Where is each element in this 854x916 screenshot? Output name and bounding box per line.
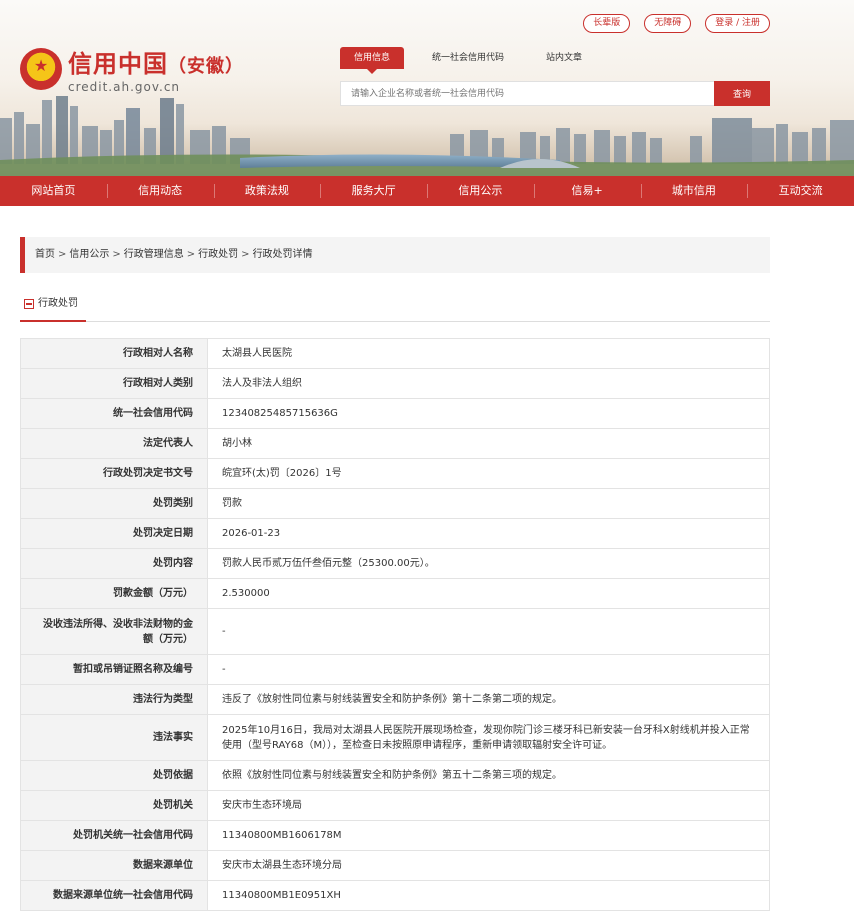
search-button[interactable]: 查询 <box>714 81 770 106</box>
field-value: 12340825485715636G <box>207 398 770 429</box>
field-value: 11340800MB1E0951XH <box>207 880 770 911</box>
field-label: 违法行为类型 <box>20 684 208 715</box>
accessibility-link[interactable]: 无障碍 <box>644 14 692 33</box>
tab-credit-code[interactable]: 统一社会信用代码 <box>418 47 518 69</box>
field-label: 行政相对人名称 <box>20 338 208 369</box>
field-value: 2.530000 <box>207 578 770 609</box>
breadcrumb-current: 行政处罚详情 <box>252 249 313 260</box>
section-tab: 行政处罚 <box>20 292 86 322</box>
field-value: 法人及非法人组织 <box>207 368 770 399</box>
field-label: 处罚机关 <box>20 790 208 821</box>
logo-region: （安徽） <box>168 56 244 77</box>
table-row: 行政相对人类别 法人及非法人组织 <box>20 368 770 399</box>
field-label: 处罚类别 <box>20 488 208 519</box>
field-label: 行政处罚决定书文号 <box>20 458 208 489</box>
nav-item-news[interactable]: 信用动态 <box>106 176 214 206</box>
table-row: 没收违法所得、没收非法财物的金额（万元） - <box>20 608 770 655</box>
field-label: 法定代表人 <box>20 428 208 459</box>
search-box: 查询 <box>340 81 770 106</box>
table-row: 处罚依据 依照《放射性同位素与射线装置安全和防护条例》第五十二条第三项的规定。 <box>20 760 770 791</box>
table-row: 违法行为类型 违反了《放射性同位素与射线装置安全和防护条例》第十二条第二项的规定。 <box>20 684 770 715</box>
nav-item-policy[interactable]: 政策法规 <box>213 176 321 206</box>
breadcrumb-credit-publicity[interactable]: 信用公示 <box>69 249 109 260</box>
top-links: 长辈版 无障碍 登录 / 注册 <box>583 14 770 33</box>
field-label: 处罚机关统一社会信用代码 <box>20 820 208 851</box>
field-value: 罚款 <box>207 488 770 519</box>
national-emblem-icon <box>20 48 62 90</box>
elder-mode-link[interactable]: 长辈版 <box>583 14 631 33</box>
field-label: 行政相对人类别 <box>20 368 208 399</box>
table-row: 法定代表人 胡小林 <box>20 428 770 459</box>
search-tabs: 信用信息 统一社会信用代码 站内文章 <box>340 47 610 74</box>
penalty-detail-table: 行政相对人名称 太湖县人民医院 行政相对人类别 法人及非法人组织 统一社会信用代码 1… <box>20 338 770 911</box>
field-label: 处罚依据 <box>20 760 208 791</box>
search-input[interactable] <box>340 81 714 106</box>
field-label: 统一社会信用代码 <box>20 398 208 429</box>
field-value: 安庆市太湖县生态环境分局 <box>207 850 770 881</box>
logo-url: credit.ah.gov.cn <box>68 80 181 94</box>
login-register-link[interactable]: 登录 / 注册 <box>705 14 770 33</box>
field-value: 违反了《放射性同位素与射线装置安全和防护条例》第十二条第二项的规定。 <box>207 684 770 715</box>
nav-item-home[interactable]: 网站首页 <box>0 176 107 206</box>
tab-credit-info[interactable]: 信用信息 <box>340 47 405 74</box>
table-row: 数据来源单位统一社会信用代码 11340800MB1E0951XH <box>20 880 770 911</box>
nav-item-interaction[interactable]: 互动交流 <box>747 176 854 206</box>
breadcrumb-admin-info[interactable]: 行政管理信息 <box>124 249 184 260</box>
table-row: 处罚类别 罚款 <box>20 488 770 519</box>
nav-item-xinyi-plus[interactable]: 信易+ <box>533 176 641 206</box>
section-title: 行政处罚 <box>38 298 78 309</box>
field-label: 数据来源单位 <box>20 850 208 881</box>
field-value: 11340800MB1606178M <box>207 820 770 851</box>
field-value: - <box>207 654 770 685</box>
table-row: 行政相对人名称 太湖县人民医院 <box>20 338 770 369</box>
field-label: 处罚决定日期 <box>20 518 208 549</box>
field-value: 2026-01-23 <box>207 518 770 549</box>
field-value: 依照《放射性同位素与射线装置安全和防护条例》第五十二条第三项的规定。 <box>207 760 770 791</box>
field-value: 罚款人民币贰万伍仟叁佰元整（25300.00元）。 <box>207 548 770 579</box>
table-row: 数据来源单位 安庆市太湖县生态环境分局 <box>20 850 770 881</box>
field-label: 没收违法所得、没收非法财物的金额（万元） <box>20 608 208 655</box>
field-value: 太湖县人民医院 <box>207 338 770 369</box>
field-value: 皖宜环(太)罚〔2026〕1号 <box>207 458 770 489</box>
breadcrumb-penalty[interactable]: 行政处罚 <box>198 249 238 260</box>
nav-item-city-credit[interactable]: 城市信用 <box>640 176 748 206</box>
tab-site-articles[interactable]: 站内文章 <box>532 47 596 69</box>
field-value: 安庆市生态环境局 <box>207 790 770 821</box>
table-row: 行政处罚决定书文号 皖宜环(太)罚〔2026〕1号 <box>20 458 770 489</box>
table-row: 暂扣或吊销证照名称及编号 - <box>20 654 770 685</box>
nav-item-credit-publicity[interactable]: 信用公示 <box>427 176 534 206</box>
field-value: 胡小林 <box>207 428 770 459</box>
nav-item-service-hall[interactable]: 服务大厅 <box>320 176 427 206</box>
field-label: 数据来源单位统一社会信用代码 <box>20 880 208 911</box>
field-label: 违法事实 <box>20 714 208 761</box>
field-label: 处罚内容 <box>20 548 208 579</box>
table-row: 处罚机关统一社会信用代码 11340800MB1606178M <box>20 820 770 851</box>
field-label: 罚款金额（万元） <box>20 578 208 609</box>
document-icon <box>24 299 34 309</box>
field-value: 2025年10月16日，我局对太湖县人民医院开展现场检查，发现你院门诊三楼牙科已… <box>207 714 770 761</box>
breadcrumb: 首页 > 信用公示 > 行政管理信息 > 行政处罚 > 行政处罚详情 <box>20 237 770 273</box>
field-value: - <box>207 608 770 655</box>
logo-title: 信用中国（安徽） <box>68 49 244 78</box>
table-row: 罚款金额（万元） 2.530000 <box>20 578 770 609</box>
table-row: 处罚决定日期 2026-01-23 <box>20 518 770 549</box>
main-nav: 网站首页 信用动态 政策法规 服务大厅 信用公示 信易+ 城市信用 互动交流 <box>0 176 854 206</box>
table-row: 处罚内容 罚款人民币贰万伍仟叁佰元整（25300.00元）。 <box>20 548 770 579</box>
table-row: 统一社会信用代码 12340825485715636G <box>20 398 770 429</box>
field-label: 暂扣或吊销证照名称及编号 <box>20 654 208 685</box>
section-header: 行政处罚 <box>20 292 770 322</box>
table-row: 处罚机关 安庆市生态环境局 <box>20 790 770 821</box>
site-logo[interactable]: 信用中国（安徽） credit.ah.gov.cn <box>20 44 244 94</box>
header-banner: 长辈版 无障碍 登录 / 注册 信用中国（安徽） credit.ah.gov.c… <box>0 0 854 176</box>
breadcrumb-home[interactable]: 首页 <box>35 249 55 260</box>
table-row: 违法事实 2025年10月16日，我局对太湖县人民医院开展现场检查，发现你院门诊三… <box>20 714 770 761</box>
